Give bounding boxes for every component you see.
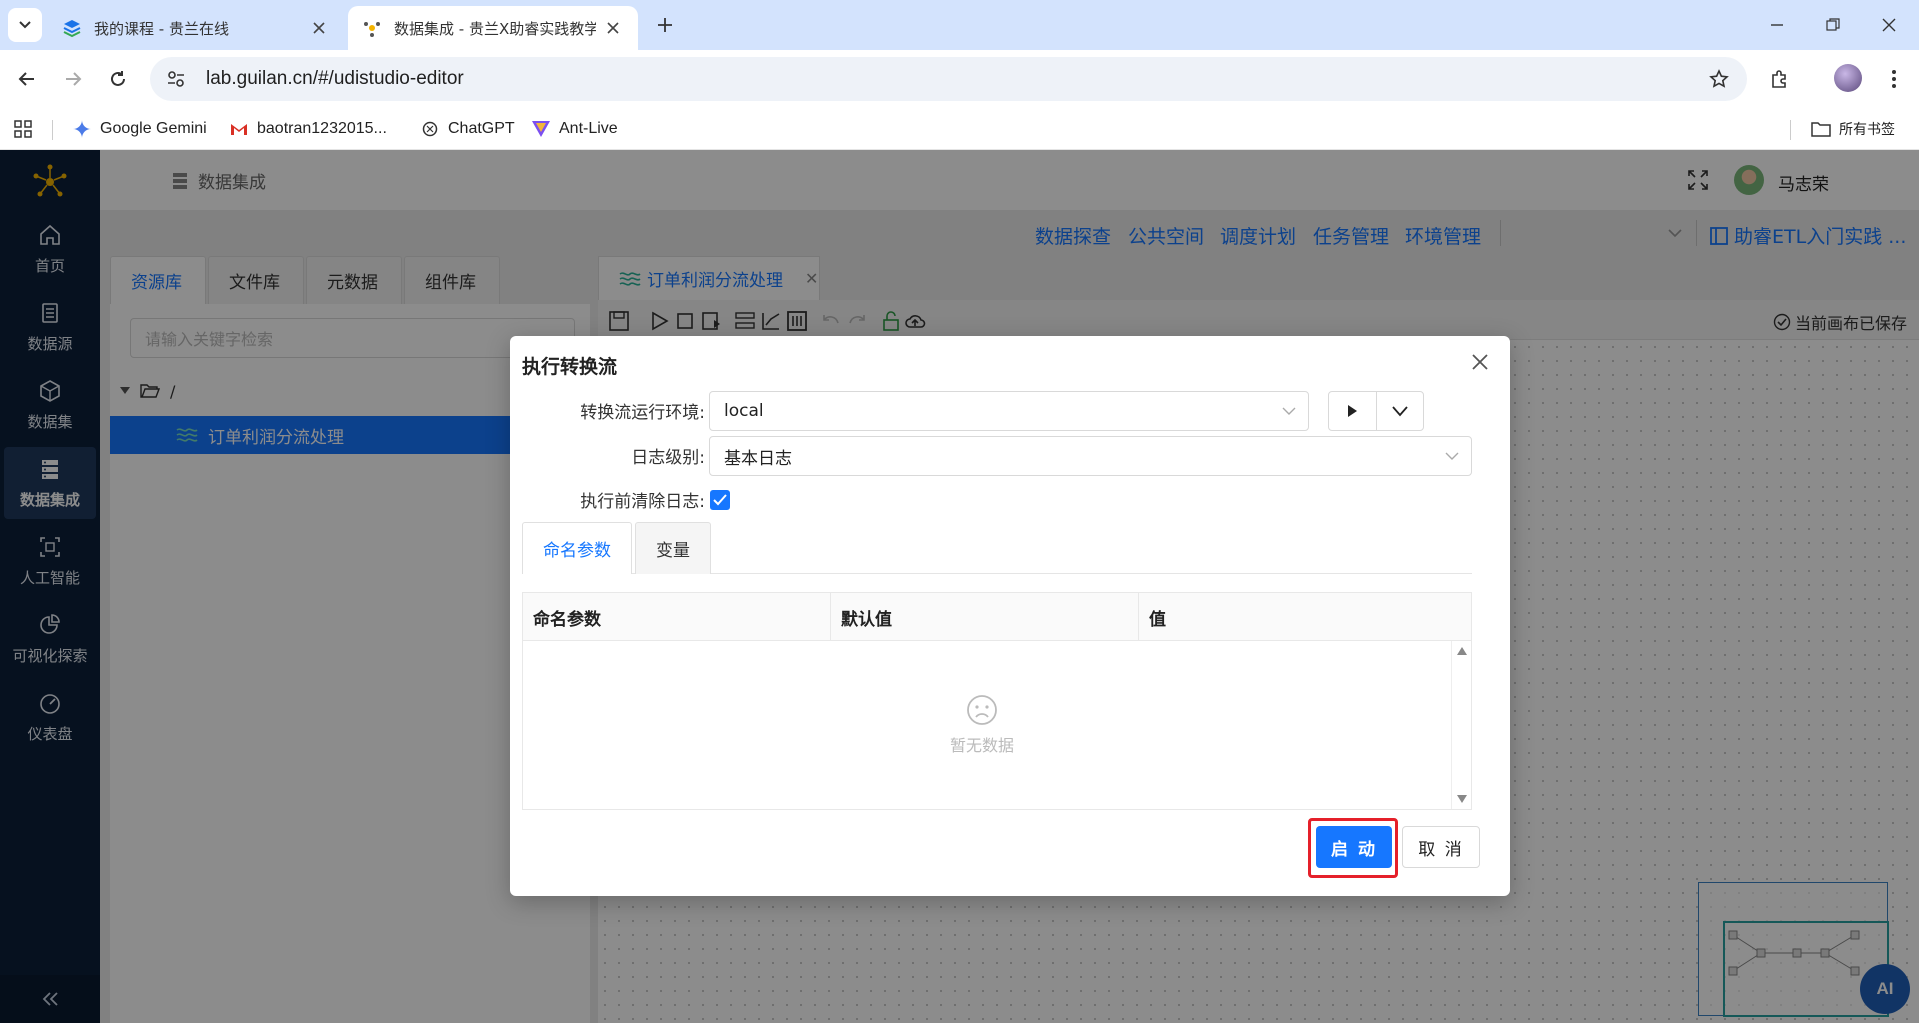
env-select[interactable]: local [709,391,1309,431]
close-icon[interactable] [1468,350,1492,374]
profile-avatar[interactable] [1834,64,1862,92]
bookmark-gmail[interactable]: baotran1232015... [229,116,387,142]
empty-state: 暂无数据 [523,641,1441,809]
more-vertical-icon [1892,70,1896,88]
sad-face-icon [967,695,997,725]
gemini-icon [72,119,92,139]
close-icon[interactable] [602,17,624,39]
browser-tab-data-integration[interactable]: 数据集成 - 贵兰X助睿实践教学 [348,6,638,50]
bookmark-label: ChatGPT [448,120,515,137]
chevron-down-icon [19,21,31,29]
tab-named-params[interactable]: 命名参数 [522,522,632,574]
apps-button[interactable] [14,116,32,142]
chevron-down-icon [1445,452,1459,460]
bookmark-star-button[interactable] [1699,59,1739,99]
bookmark-gemini[interactable]: Google Gemini [72,116,207,142]
arrow-right-icon [66,72,82,86]
column-header: 值 [1149,609,1166,630]
close-icon[interactable] [308,17,330,39]
scroll-up-icon[interactable] [1457,647,1467,655]
execute-dialog: 执行转换流 转换流运行环境: local 日志级别: 基本日志 执行前清除日志:… [510,336,1510,896]
log-level-select[interactable]: 基本日志 [709,436,1472,476]
star-icon [1709,69,1729,88]
extensions-button[interactable] [1764,63,1796,95]
log-level-label: 日志级别: [631,448,705,468]
scroll-down-icon[interactable] [1457,795,1467,803]
table-header: 命名参数 默认值 值 [523,593,1471,641]
bookmark-chatgpt[interactable]: ChatGPT [420,116,515,142]
dialog-title: 执行转换流 [522,356,618,378]
env-label: 转换流运行环境: [580,403,705,423]
close-icon [1882,18,1896,32]
all-bookmarks-button[interactable]: 所有书签 [1811,116,1895,142]
gmail-icon [229,119,249,139]
minimize-icon [1771,24,1783,26]
forward-button[interactable] [57,63,89,95]
layers-icon [63,20,81,38]
site-info-button[interactable] [156,59,196,99]
bookmark-antlive[interactable]: Ant-Live [531,116,618,142]
plus-icon [658,18,672,32]
bookmarks-bar: Google Gemini baotran1232015... ChatGPT … [0,108,1919,150]
grid-icon [14,120,32,138]
app-logo-icon [364,22,380,37]
dialog-tabs: 命名参数 变量 [522,522,1472,574]
browser-toolbar: lab.guilan.cn/#/udistudio-editor [0,50,1919,108]
url-text[interactable]: lab.guilan.cn/#/udistudio-editor [206,68,1699,90]
clear-log-checkbox[interactable] [710,490,730,510]
column-header: 默认值 [831,593,1139,641]
browser-menu-button[interactable] [1878,63,1910,95]
tab-title: 我的课程 - 贵兰在线 [94,19,229,38]
check-icon [713,494,727,506]
puzzle-icon [1772,70,1786,88]
antlive-icon [531,119,551,139]
address-bar[interactable]: lab.guilan.cn/#/udistudio-editor [150,57,1747,101]
bookmark-divider [1790,120,1791,140]
start-button[interactable]: 启 动 [1316,826,1392,868]
all-bookmarks-label: 所有书签 [1839,122,1895,138]
column-header: 命名参数 [523,593,831,641]
tab-variables[interactable]: 变量 [635,522,711,574]
chevron-down-icon [1282,407,1296,415]
bookmark-divider [52,120,53,140]
reload-icon [111,71,125,86]
back-button[interactable] [11,63,43,95]
folder-icon [1811,119,1831,139]
browser-tab-bar: 我的课程 - 贵兰在线 数据集成 - 贵兰X助睿实践教学 [0,0,1919,50]
params-table: 命名参数 默认值 值 暂无数据 [522,592,1472,810]
bookmark-label: baotran1232015... [257,120,387,137]
run-button[interactable] [1329,392,1377,430]
chatgpt-icon [420,119,440,139]
caret-right-icon [1348,405,1358,417]
restore-icon [1826,18,1840,31]
cancel-button[interactable]: 取 消 [1402,826,1480,868]
browser-tab-courses[interactable]: 我的课程 - 贵兰在线 [48,6,344,50]
bookmark-label: Ant-Live [559,120,618,137]
chevron-down-icon [1392,406,1408,417]
tab-title: 数据集成 - 贵兰X助睿实践教学 [394,19,596,38]
minimize-button[interactable] [1762,10,1792,40]
restore-button[interactable] [1818,10,1848,40]
window-close-button[interactable] [1874,10,1904,40]
arrow-left-icon [18,72,34,86]
bookmark-label: Google Gemini [100,120,207,137]
reload-button[interactable] [102,63,134,95]
tab-search-button[interactable] [8,8,42,42]
clear-log-label: 执行前清除日志: [580,492,705,512]
tune-icon [168,71,184,87]
new-tab-button[interactable] [650,10,680,40]
table-scrollbar[interactable] [1451,641,1471,809]
run-options-button[interactable] [1377,392,1424,430]
run-button-group [1328,391,1424,431]
